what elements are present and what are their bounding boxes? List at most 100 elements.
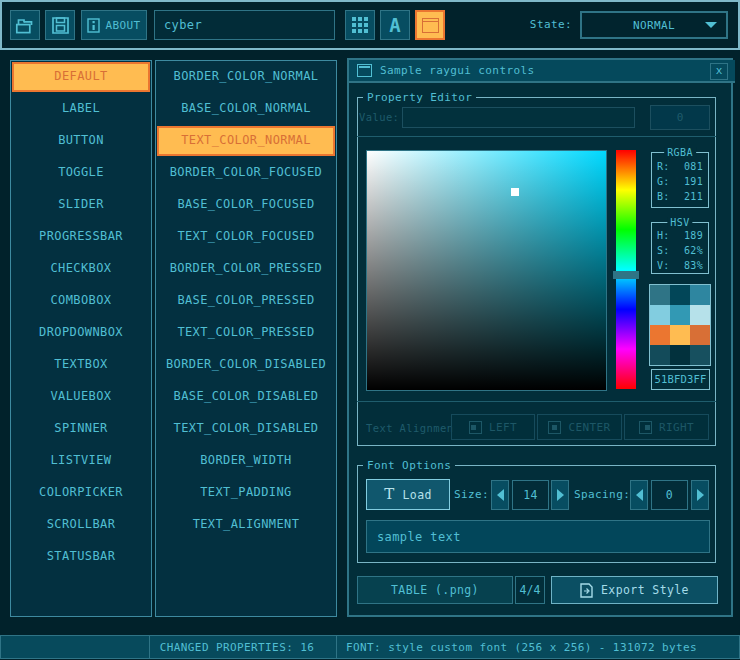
sample-text-input[interactable]: sample text [366, 520, 710, 553]
arrow-left-icon [497, 489, 504, 501]
color-value-row: S:62% [652, 243, 708, 258]
align-right-button[interactable]: RIGHT [624, 414, 709, 440]
font-t-icon: T [384, 487, 394, 502]
property-list-item[interactable]: BASE_COLOR_FOCUSED [157, 190, 335, 220]
property-list-item[interactable]: TEXT_PADDING [157, 478, 335, 508]
style-color-swatch[interactable] [690, 325, 710, 345]
size-increase-button[interactable] [551, 480, 569, 510]
control-list-item[interactable]: COMBOBOX [12, 286, 150, 316]
property-list-item[interactable]: BORDER_WIDTH [157, 446, 335, 476]
color-value-row: H:189 [652, 228, 708, 243]
property-list-item[interactable]: BORDER_COLOR_NORMAL [157, 62, 335, 92]
spacing-value-box[interactable]: 0 [651, 480, 688, 510]
style-color-swatch[interactable] [650, 305, 670, 325]
control-list-item[interactable]: TOGGLE [12, 158, 150, 188]
style-color-swatch[interactable] [690, 305, 710, 325]
style-color-swatch[interactable] [670, 345, 690, 365]
align-center-button[interactable]: CENTER [537, 414, 622, 440]
rgba-group: RGBA R:081G:191B:211 [651, 152, 709, 208]
state-label: State: [500, 10, 572, 40]
export-format-button[interactable]: TABLE (.png) [357, 576, 513, 604]
style-color-swatch[interactable] [670, 325, 690, 345]
style-name-input[interactable]: cyber [154, 10, 335, 40]
style-color-swatch[interactable] [690, 285, 710, 305]
property-list-item[interactable]: BASE_COLOR_DISABLED [157, 382, 335, 412]
control-list-item[interactable]: SPINNER [12, 414, 150, 444]
control-list-item[interactable]: SCROLLBAR [12, 510, 150, 540]
control-list-item[interactable]: TEXTBOX [12, 350, 150, 380]
open-style-button[interactable] [10, 10, 40, 40]
property-list-item[interactable]: TEXT_ALIGNMENT [157, 510, 335, 540]
control-list-item[interactable]: COLORPICKER [12, 478, 150, 508]
control-list-item[interactable]: SLIDER [12, 190, 150, 220]
divider [357, 401, 716, 402]
save-style-button[interactable] [45, 10, 75, 40]
chevron-down-icon [705, 22, 717, 28]
font-a-icon: A [389, 14, 400, 36]
control-list-item[interactable]: BUTTON [12, 126, 150, 156]
status-font-info: FONT: style custom font (256 x 256) - 13… [336, 635, 740, 659]
size-decrease-button[interactable] [491, 480, 509, 510]
app-root: ABOUT cyber A State: NORMAL DEFAULTLABEL… [0, 0, 740, 660]
property-list-item[interactable]: TEXT_COLOR_NORMAL [157, 126, 335, 156]
size-value-box[interactable]: 14 [512, 480, 549, 510]
control-list-item[interactable]: DEFAULT [12, 62, 150, 92]
controls-list: DEFAULTLABELBUTTONTOGGLESLIDERPROGRESSBA… [10, 60, 152, 617]
property-list-item[interactable]: TEXT_COLOR_PRESSED [157, 318, 335, 348]
align-center-icon [548, 421, 561, 434]
floppy-icon [51, 16, 70, 35]
hue-bar[interactable] [616, 150, 636, 389]
property-list-item[interactable]: BORDER_COLOR_FOCUSED [157, 158, 335, 188]
control-list-item[interactable]: DROPDOWNBOX [12, 318, 150, 348]
control-list-item[interactable]: CHECKBOX [12, 254, 150, 284]
style-table-image-button[interactable] [345, 10, 375, 40]
window-icon [422, 18, 439, 33]
property-list-item[interactable]: TEXT_COLOR_DISABLED [157, 414, 335, 444]
text-alignment-label: Text Alignmen [366, 420, 453, 436]
control-list-item[interactable]: LISTVIEW [12, 446, 150, 476]
value-input[interactable] [402, 107, 635, 128]
property-list-item[interactable]: TEXT_COLOR_FOCUSED [157, 222, 335, 252]
window-titlebar[interactable]: Sample raygui controls [349, 60, 735, 83]
control-list-item[interactable]: STATUSBAR [12, 542, 150, 572]
spacing-decrease-button[interactable] [630, 480, 648, 510]
size-label: Size: [454, 485, 489, 505]
window-title: Sample raygui controls [380, 64, 535, 77]
style-color-swatch[interactable] [650, 345, 670, 365]
arrow-right-icon [697, 489, 704, 501]
color-picker-gradient[interactable] [366, 150, 607, 391]
status-changed-properties: CHANGED PROPERTIES: 16 [149, 635, 337, 659]
style-color-swatch[interactable] [650, 325, 670, 345]
property-list-item[interactable]: BORDER_COLOR_DISABLED [157, 350, 335, 380]
align-left-button[interactable]: LEFT [451, 414, 535, 440]
hex-value-box[interactable]: 51BFD3FF [651, 369, 710, 390]
export-style-button[interactable]: Export Style [551, 576, 718, 604]
info-icon [87, 18, 100, 33]
spacing-increase-button[interactable] [691, 480, 709, 510]
close-icon[interactable]: x [710, 63, 728, 80]
controls-window-button[interactable] [415, 10, 445, 40]
control-list-item[interactable]: PROGRESSBAR [12, 222, 150, 252]
style-color-swatch[interactable] [670, 305, 690, 325]
hsv-group: HSV H:189S:62%V:83% [651, 222, 709, 274]
property-list-item[interactable]: BASE_COLOR_PRESSED [157, 286, 335, 316]
style-color-swatch[interactable] [670, 285, 690, 305]
load-font-button[interactable]: T Load [366, 479, 450, 510]
font-atlas-button[interactable]: A [380, 10, 410, 40]
style-color-swatch[interactable] [690, 345, 710, 365]
state-dropdown[interactable]: NORMAL [580, 11, 728, 39]
property-list-item[interactable]: BORDER_COLOR_PRESSED [157, 254, 335, 284]
style-color-swatch[interactable] [650, 285, 670, 305]
about-button[interactable]: ABOUT [81, 10, 147, 40]
arrow-right-icon [557, 489, 564, 501]
control-list-item[interactable]: VALUEBOX [12, 382, 150, 412]
color-value-row: G:191 [652, 174, 708, 189]
font-options-title: Font Options [363, 460, 455, 472]
value-spinner[interactable]: 0 [650, 105, 710, 130]
color-picker-cursor[interactable] [511, 188, 519, 196]
export-icon [580, 583, 593, 598]
control-list-item[interactable]: LABEL [12, 94, 150, 124]
property-list-item[interactable]: BASE_COLOR_NORMAL [157, 94, 335, 124]
hue-handle[interactable] [613, 271, 639, 279]
divider [357, 136, 716, 137]
